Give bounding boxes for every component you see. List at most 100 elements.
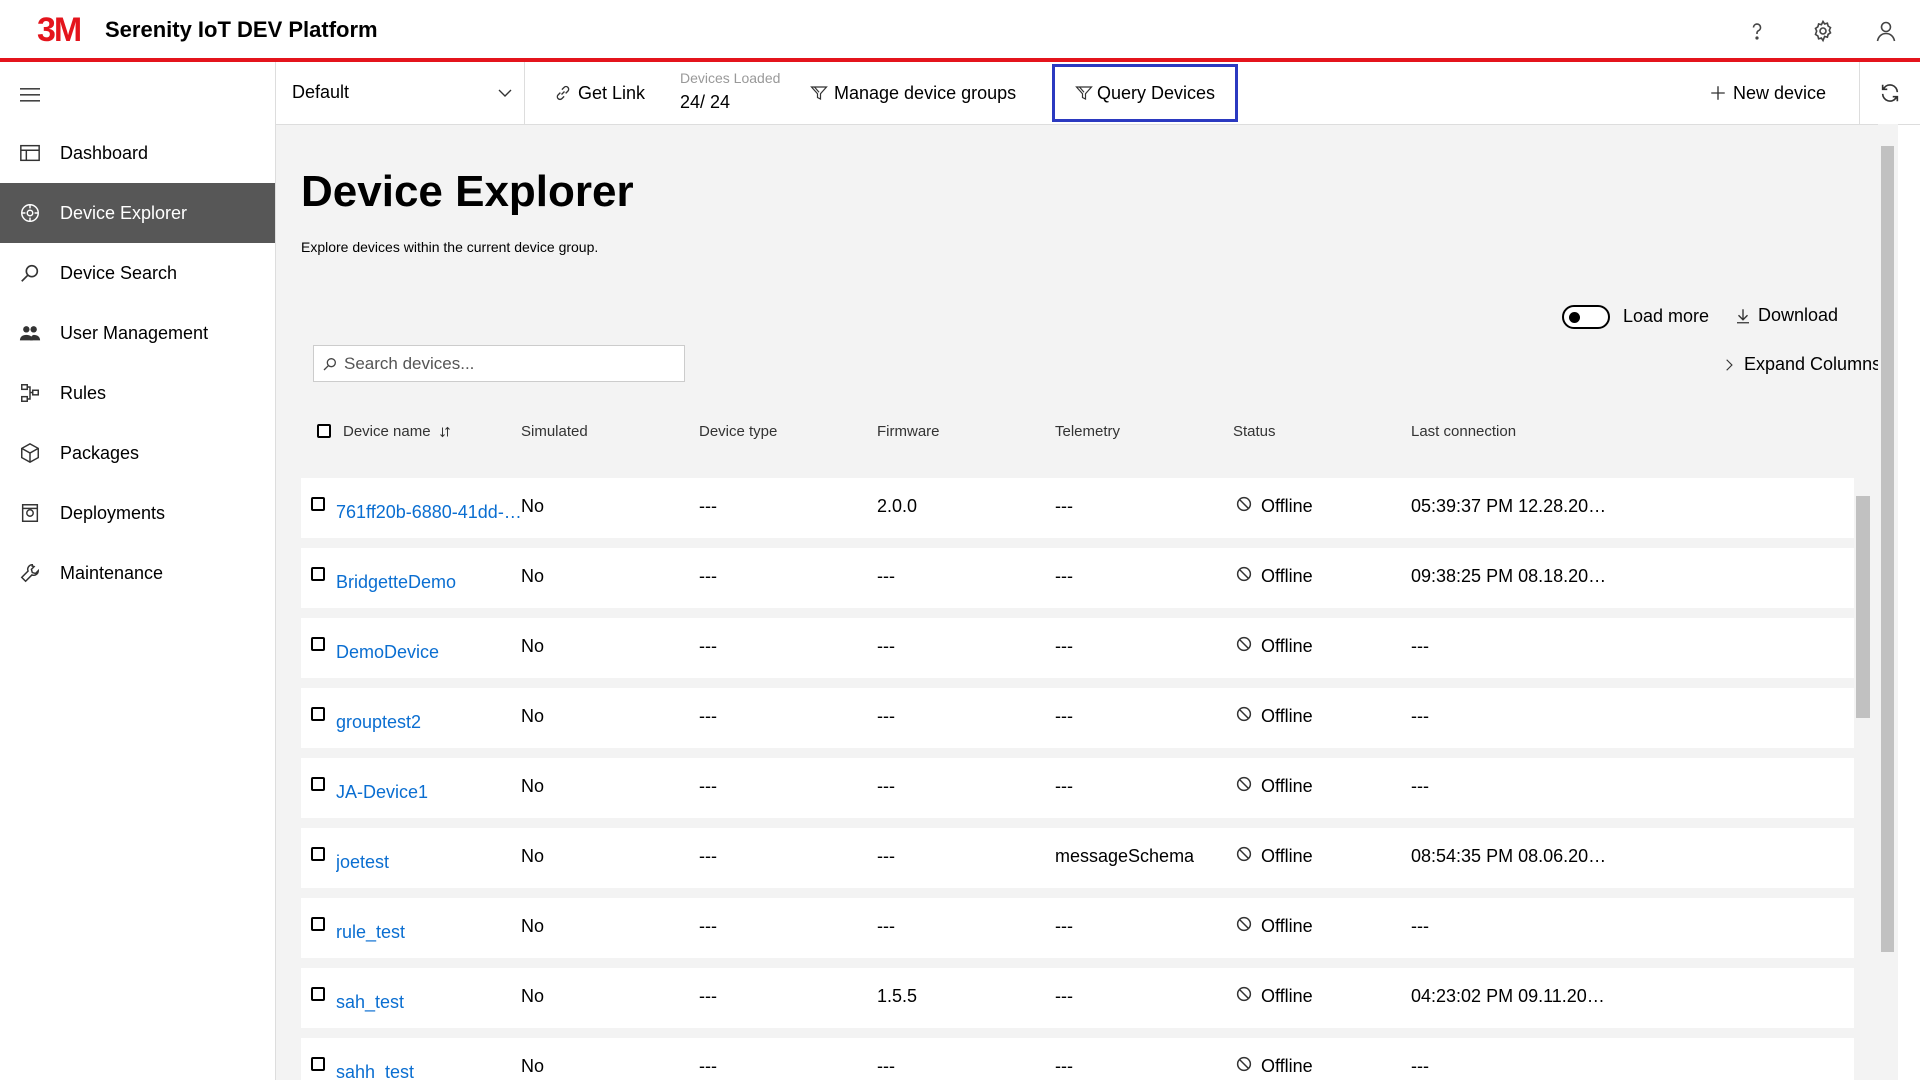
sidebar-item-user-management[interactable]: User Management (0, 303, 275, 363)
get-link-label: Get Link (578, 82, 646, 103)
column-header-status[interactable]: Status (1233, 423, 1276, 440)
device-explorer-icon (18, 201, 42, 225)
hamburger-menu-icon[interactable] (20, 87, 44, 103)
table-scrollbar-thumb[interactable] (1856, 496, 1870, 718)
search-input[interactable] (342, 352, 666, 375)
sidebar-item-dashboard[interactable]: Dashboard (0, 123, 275, 183)
row-checkbox[interactable] (311, 567, 325, 581)
app-title: Serenity IoT DEV Platform (105, 17, 378, 42)
manage-device-groups-button[interactable]: Manage device groups (810, 62, 1016, 124)
sidebar-item-deployments[interactable]: Deployments (0, 483, 275, 543)
row-checkbox[interactable] (311, 637, 325, 651)
query-devices-button[interactable]: Query Devices (1052, 64, 1238, 122)
devices-loaded-count: 24/ 24 (680, 92, 731, 112)
package-icon (18, 441, 42, 465)
offline-icon (1236, 986, 1252, 1002)
table-row[interactable]: DemoDevice No --- --- --- Offline --- (301, 618, 1861, 678)
cell-type: --- (699, 1056, 717, 1076)
brand-logo[interactable]: 3M (37, 8, 82, 52)
cell-firmware: 1.5.5 (877, 986, 918, 1006)
table-row[interactable]: 761ff20b-6880-41dd-… No --- 2.0.0 --- Offline… (301, 478, 1861, 538)
cell-telemetry: --- (1055, 496, 1073, 516)
row-checkbox[interactable] (311, 1057, 325, 1071)
cell-firmware: --- (877, 566, 895, 586)
row-checkbox[interactable] (311, 847, 325, 861)
main-content: Device Explorer Explore devices within t… (276, 125, 1898, 1080)
get-link-button[interactable]: Get Link (554, 62, 645, 124)
sidebar-item-label: User Management (60, 322, 209, 343)
row-checkbox[interactable] (311, 777, 325, 791)
cell-simulated: No (521, 846, 545, 866)
select-all-checkbox[interactable] (317, 424, 331, 438)
device-name-link[interactable]: sahh_test (336, 1062, 526, 1080)
user-icon[interactable] (1872, 17, 1900, 45)
offline-icon (1236, 776, 1252, 792)
table-header: Device name Simulated Device type Firmwa… (301, 415, 1861, 455)
device-name-link[interactable]: sah_test (336, 992, 526, 1013)
device-name-link[interactable]: JA-Device1 (336, 782, 526, 803)
column-header-simulated[interactable]: Simulated (521, 423, 588, 440)
cell-type: --- (699, 706, 717, 726)
row-checkbox[interactable] (311, 917, 325, 931)
cell-last-connection: 04:23:02 PM 09.11.20… (1411, 986, 1605, 1006)
sidebar-item-maintenance[interactable]: Maintenance (0, 543, 275, 603)
table-row[interactable]: BridgetteDemo No --- --- --- Offline 09:38:25 … (301, 548, 1861, 608)
device-name-link[interactable]: 761ff20b-6880-41dd-… (336, 502, 526, 523)
column-header-device-name[interactable]: Device name (343, 423, 451, 440)
wrench-icon (18, 561, 42, 585)
device-table-body: 761ff20b-6880-41dd-… No --- 2.0.0 --- Offline… (301, 478, 1861, 1080)
load-more-toggle[interactable] (1562, 305, 1610, 329)
page-scrollbar-thumb[interactable] (1881, 146, 1894, 952)
column-header-last-connection[interactable]: Last connection (1411, 423, 1516, 440)
toolbar: Default Get Link Devices Loaded 24/ 24 M… (276, 62, 1920, 125)
device-name-link[interactable]: BridgetteDemo (336, 572, 526, 593)
toggle-knob (1569, 312, 1580, 323)
cell-type: --- (699, 776, 717, 796)
cell-firmware: --- (877, 776, 895, 796)
refresh-button[interactable] (1859, 62, 1920, 124)
sidebar-item-device-search[interactable]: Device Search (0, 243, 275, 303)
new-device-button[interactable]: New device (1709, 62, 1826, 124)
load-more-label: Load more (1623, 306, 1710, 326)
cell-type: --- (699, 636, 717, 656)
table-row[interactable]: JA-Device1 No --- --- --- Offline --- (301, 758, 1861, 818)
column-header-firmware[interactable]: Firmware (877, 423, 940, 440)
row-checkbox[interactable] (311, 987, 325, 1001)
device-name-link[interactable]: DemoDevice (336, 642, 526, 663)
table-row[interactable]: sahh_test No --- --- --- Offline --- (301, 1038, 1861, 1080)
offline-icon (1236, 706, 1252, 722)
cell-firmware: --- (877, 706, 895, 726)
page-title: Device Explorer (301, 167, 634, 216)
device-search-box[interactable] (313, 345, 685, 382)
sidebar-item-device-explorer[interactable]: Device Explorer (0, 183, 275, 243)
cell-telemetry: messageSchema (1055, 846, 1195, 866)
table-row[interactable]: rule_test No --- --- --- Offline --- (301, 898, 1861, 958)
page-subtitle: Explore devices within the current devic… (301, 239, 599, 255)
sidebar-item-rules[interactable]: Rules (0, 363, 275, 423)
sidebar-item-packages[interactable]: Packages (0, 423, 275, 483)
gear-icon[interactable] (1809, 17, 1837, 45)
row-checkbox[interactable] (311, 497, 325, 511)
table-scrollbar[interactable] (1854, 478, 1870, 1080)
expand-columns-button[interactable]: Expand Columns (1722, 354, 1881, 375)
device-group-select[interactable]: Default (276, 62, 525, 124)
table-row[interactable]: joetest No --- --- messageSchema Offline 08:54… (301, 828, 1861, 888)
table-row[interactable]: grouptest2 No --- --- --- Offline --- (301, 688, 1861, 748)
device-name-link[interactable]: rule_test (336, 922, 526, 943)
device-name-link[interactable]: joetest (336, 852, 526, 873)
top-bar: 3M Serenity IoT DEV Platform (0, 0, 1920, 62)
page-scrollbar[interactable] (1878, 124, 1898, 1080)
new-device-label: New device (1733, 82, 1827, 103)
column-header-device-type[interactable]: Device type (699, 423, 777, 440)
column-header-telemetry[interactable]: Telemetry (1055, 423, 1120, 440)
cell-type: --- (699, 566, 717, 586)
table-row[interactable]: sah_test No --- 1.5.5 --- Offline 04:23:02 PM … (301, 968, 1861, 1028)
cell-firmware: --- (877, 846, 895, 866)
row-checkbox[interactable] (311, 707, 325, 721)
help-icon[interactable] (1743, 17, 1771, 45)
search-icon (323, 357, 336, 370)
cell-simulated: No (521, 636, 545, 656)
download-button[interactable]: Download (1734, 305, 1838, 326)
cell-type: --- (699, 986, 717, 1006)
device-name-link[interactable]: grouptest2 (336, 712, 526, 733)
